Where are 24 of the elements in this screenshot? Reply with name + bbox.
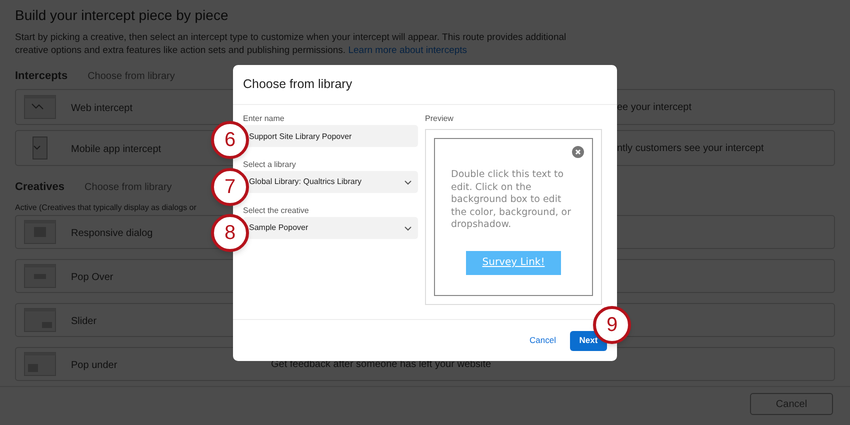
card-label: Pop under xyxy=(71,360,118,371)
name-input-field[interactable]: Support Site Library Popover xyxy=(243,125,418,147)
card-description: ntly customers see your intercept xyxy=(617,142,765,156)
close-icon xyxy=(572,146,584,158)
cancel-link[interactable]: Cancel xyxy=(530,334,556,347)
card-label: Responsive dialog xyxy=(71,228,153,239)
card-label: Web intercept xyxy=(71,103,133,114)
card-label: Mobile app intercept xyxy=(71,144,162,155)
chevron-down-icon xyxy=(404,226,412,230)
preview-label: Preview xyxy=(425,113,454,125)
section-heading: Creatives xyxy=(15,180,65,195)
select-dropdown[interactable]: Global Library: Qualtrics Library xyxy=(243,171,418,193)
survey-link-button[interactable]: Survey Link! xyxy=(466,250,561,274)
dialog-title: Choose from library xyxy=(233,65,617,105)
card-label: Pop Over xyxy=(71,272,114,283)
chevron-down-icon xyxy=(404,180,412,184)
card-description: ee your intercept xyxy=(617,100,692,114)
learn-more-link[interactable]: Learn more about intercepts xyxy=(348,45,468,56)
group-label: Active (Creatives that typically display as dialogs or xyxy=(15,203,196,212)
select-dropdown[interactable]: Sample Popover xyxy=(243,217,418,239)
card-label: Slider xyxy=(71,316,97,327)
section-heading: Intercepts xyxy=(15,68,68,84)
field-label: Select the creative xyxy=(243,205,310,217)
page-title: Build your intercept piece by piece xyxy=(15,6,230,25)
